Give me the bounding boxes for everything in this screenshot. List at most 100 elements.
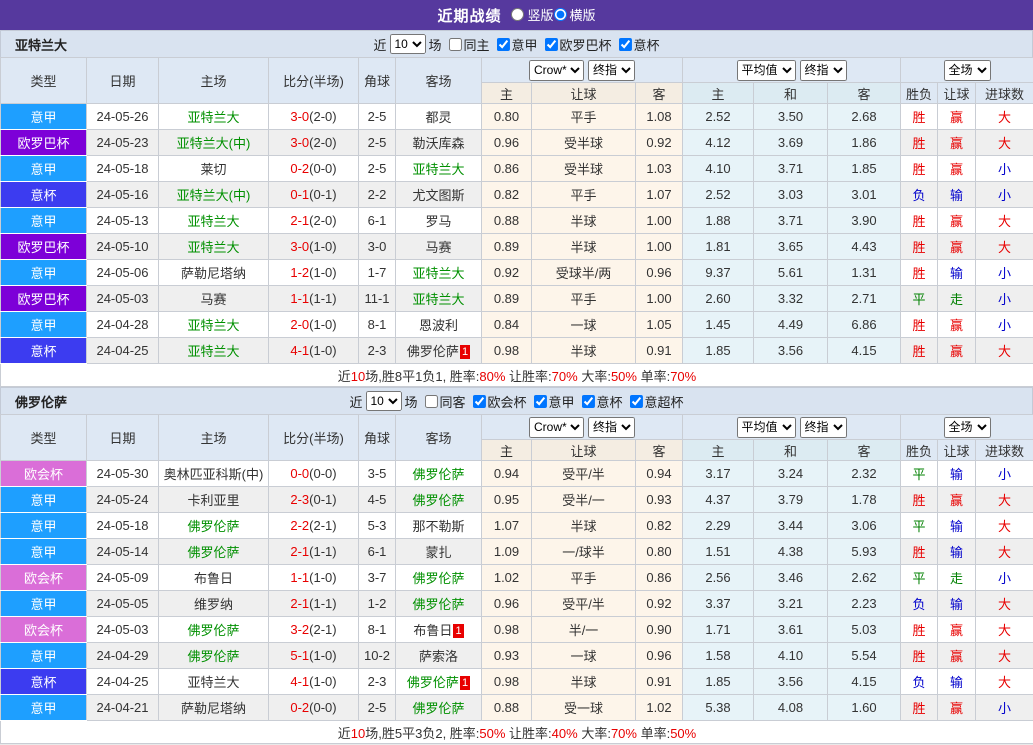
league-badge: 意甲: [0, 642, 87, 669]
checkbox-input[interactable]: [581, 394, 595, 408]
league-badge: 意杯: [0, 668, 87, 695]
checkbox-input[interactable]: [424, 394, 438, 408]
match-row: 意甲 24-05-26 亚特兰大 3-0(2-0) 2-5 都灵 0.80 平手…: [0, 103, 1033, 130]
checkbox-input[interactable]: [496, 37, 510, 51]
cell-result-handicap: 赢: [937, 207, 977, 234]
league-badge: 意甲: [0, 538, 87, 565]
cell-away-team: 佛罗伦萨: [395, 694, 482, 721]
col-header: 比分(半场): [268, 57, 359, 104]
avg-final-select[interactable]: 终指: [799, 59, 847, 81]
filter-checkbox-1[interactable]: 欧会杯: [468, 392, 527, 411]
summary-segment: 50%: [670, 725, 697, 741]
recent-count-select[interactable]: 10: [365, 391, 402, 411]
cell-handicap-line: 受半球: [531, 155, 636, 182]
checkbox-label: 意甲: [548, 394, 575, 410]
checkbox-input[interactable]: [618, 37, 632, 51]
radio-input[interactable]: [553, 7, 567, 21]
cell-result-wdl: 负: [900, 590, 939, 617]
avg-final-select[interactable]: 终指: [799, 416, 847, 438]
header-select-group: 全场: [900, 414, 1033, 440]
checkbox-input[interactable]: [472, 394, 486, 408]
scope-select[interactable]: 全场: [943, 416, 991, 438]
cell-result-wdl: 胜: [900, 337, 939, 364]
cell-home-team: 佛罗伦萨: [158, 512, 269, 539]
filter-checkbox-0[interactable]: 同客: [420, 392, 465, 411]
odds-company-select[interactable]: Crow*: [529, 59, 584, 81]
filter-checkbox-2[interactable]: 欧罗巴杯: [541, 35, 612, 54]
cell-score: 5-1(1-0): [268, 642, 359, 669]
cell-result-wdl: 胜: [900, 694, 939, 721]
cell-odds-home: 0.98: [481, 668, 532, 695]
checkbox-input[interactable]: [544, 37, 558, 51]
scope-select[interactable]: 全场: [943, 59, 991, 81]
filter-checkbox-1[interactable]: 意甲: [493, 35, 538, 54]
checkbox-input[interactable]: [629, 394, 643, 408]
odds-final-select[interactable]: 终指: [588, 59, 635, 81]
cell-result-goals: 大: [975, 486, 1033, 513]
cell-avg-away: 4.43: [826, 233, 902, 260]
cell-odds-away: 1.02: [635, 694, 683, 721]
cell-home-team: 亚特兰大(中): [158, 129, 269, 156]
cell-result-goals: 小: [975, 155, 1033, 182]
radio-label: 竖版: [527, 7, 554, 23]
cell-date: 24-05-16: [86, 181, 159, 208]
cell-date: 24-05-03: [86, 285, 159, 312]
cell-home-team: 萨勒尼塔纳: [158, 259, 269, 286]
cell-corner: 8-1: [358, 311, 396, 338]
filter-checkbox-2[interactable]: 意甲: [530, 392, 575, 411]
cell-odds-away: 1.00: [635, 285, 683, 312]
recent-count-select[interactable]: 10: [389, 34, 426, 54]
layout-radio-vertical[interactable]: 竖版: [511, 5, 554, 24]
cell-corner: 2-5: [358, 129, 396, 156]
recent-label: 近: [373, 37, 387, 53]
odds-company-select[interactable]: Crow*: [529, 416, 584, 438]
filter-checkbox-3[interactable]: 意杯: [615, 35, 660, 54]
checkbox-input[interactable]: [533, 394, 547, 408]
cell-date: 24-04-28: [86, 311, 159, 338]
cell-away-team: 佛罗伦萨 1: [395, 337, 482, 364]
filter-checkbox-0[interactable]: 同主: [444, 35, 490, 54]
cell-avg-draw: 3.46: [753, 564, 828, 591]
sections-container: 亚特兰大 近 10 场 同主 意甲 欧罗巴杯 意杯 类型 日期 主场 比分(半场) 角球…: [0, 30, 1033, 744]
filter-checkbox-3[interactable]: 意杯: [578, 392, 623, 411]
cell-corner: 2-2: [358, 181, 396, 208]
sub-col-header: 胜负: [900, 439, 939, 461]
cell-handicap-line: 平手: [531, 285, 636, 312]
cell-avg-away: 3.01: [826, 181, 902, 208]
odds-final-select[interactable]: 终指: [588, 416, 635, 438]
matches-table: 类型 日期 主场 比分(半场) 角球 客场 Crow* 终指 平均值 终指 全场主让球客主和客胜负让…: [0, 57, 1033, 387]
cell-odds-away: 0.96: [635, 642, 683, 669]
cell-away-team: 都灵: [395, 103, 482, 130]
cell-odds-away: 0.94: [635, 460, 683, 487]
cell-odds-away: 0.91: [635, 337, 683, 364]
cell-result-goals: 小: [975, 564, 1033, 591]
cell-score: 3-0(2-0): [268, 103, 359, 130]
cell-score: 2-0(1-0): [268, 311, 359, 338]
cell-odds-home: 0.84: [481, 311, 532, 338]
cell-away-team: 佛罗伦萨: [395, 590, 482, 617]
cell-score: 3-0(1-0): [268, 233, 359, 260]
league-badge: 欧会杯: [0, 564, 87, 591]
cell-home-team: 萨勒尼塔纳: [158, 694, 269, 721]
match-row: 意甲 24-04-21 萨勒尼塔纳 0-2(0-0) 2-5 佛罗伦萨 0.88…: [0, 694, 1033, 721]
cell-avg-home: 2.56: [682, 564, 754, 591]
section-bar: 佛罗伦萨 近 10 场 同客 欧会杯 意甲 意杯 意超杯: [0, 387, 1033, 414]
filter-checkbox-4[interactable]: 意超杯: [626, 392, 684, 411]
cell-avg-away: 5.03: [826, 616, 902, 643]
radio-input[interactable]: [511, 7, 525, 21]
cell-corner: 2-5: [358, 103, 396, 130]
cell-avg-draw: 3.71: [753, 207, 828, 234]
avg-source-select[interactable]: 平均值: [736, 416, 796, 438]
cell-result-goals: 小: [975, 694, 1033, 721]
checkbox-input[interactable]: [448, 37, 462, 51]
league-badge: 意甲: [0, 155, 87, 182]
cell-result-goals: 大: [975, 233, 1033, 260]
cell-avg-draw: 3.32: [753, 285, 828, 312]
avg-source-select[interactable]: 平均值: [736, 59, 796, 81]
layout-radio-horizontal[interactable]: 横版: [553, 5, 596, 24]
cell-avg-away: 3.06: [826, 512, 902, 539]
cell-result-goals: 小: [975, 311, 1033, 338]
match-row: 意甲 24-05-18 莱切 0-2(0-0) 2-5 亚特兰大 0.86 受半…: [0, 155, 1033, 182]
cell-result-goals: 大: [975, 129, 1033, 156]
cell-odds-away: 0.93: [635, 486, 683, 513]
